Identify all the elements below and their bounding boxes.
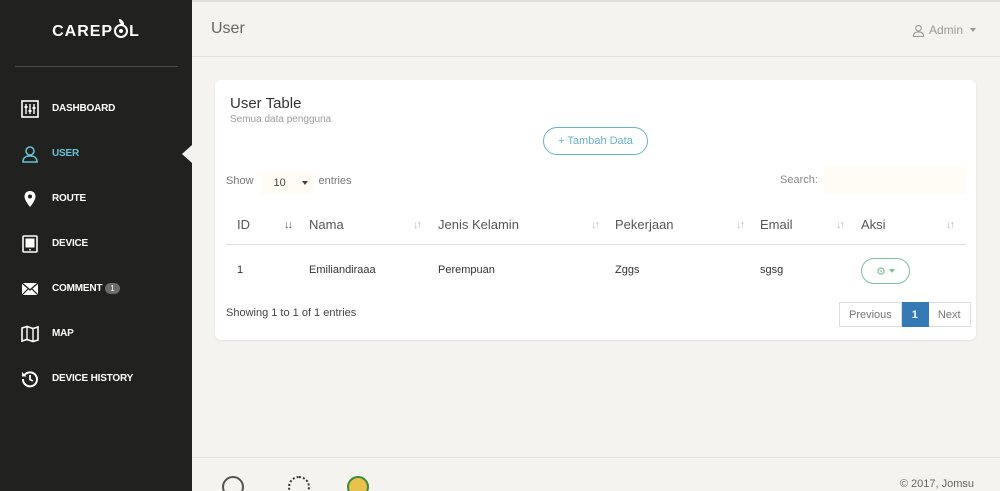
user-icon: [21, 145, 39, 163]
active-indicator: [182, 145, 192, 163]
sidebar-nav: DASHBOARD USER ROUTE DEVICE COMMENT 1 MA…: [0, 86, 192, 401]
envelope-icon: [21, 280, 39, 298]
column-header-aksi[interactable]: Aksi: [861, 217, 886, 232]
carepol-logo-icon: [222, 476, 244, 491]
cell-id: 1: [237, 264, 244, 276]
copyright: © 2017, Jomsu: [899, 478, 974, 490]
user-icon: [912, 24, 925, 37]
show-label: Show: [226, 175, 254, 187]
sidebar-item-map[interactable]: MAP: [0, 311, 192, 356]
sort-ascending-icon[interactable]: ↓↓: [284, 219, 293, 231]
pagination-previous[interactable]: Previous: [839, 302, 902, 327]
footer: © 2017, Jomsu: [192, 457, 1000, 491]
sidebar-item-label: USER: [52, 148, 79, 159]
sidebar-item-label: DASHBOARD: [52, 103, 116, 114]
cell-jenis-kelamin: Perempuan: [438, 264, 495, 276]
comment-count-badge: 1: [105, 283, 120, 294]
sidebar-item-label: DEVICE HISTORY: [52, 373, 134, 384]
sidebar-item-route[interactable]: ROUTE: [0, 176, 192, 221]
sidebar: CAREP L DASHBOARD USER ROUTE DEVICE COMM…: [0, 0, 192, 491]
institution-seal-icon: [347, 476, 369, 491]
sort-icon[interactable]: ↓↑: [946, 219, 955, 231]
entries-select-value: 10: [273, 177, 286, 189]
table-header: ID ↓↓ Nama ↓↑ Jenis Kelamin ↓↑ Pekerjaan…: [226, 210, 966, 245]
brand-logo[interactable]: CAREP L: [0, 19, 192, 41]
sidebar-item-device[interactable]: DEVICE: [0, 221, 192, 266]
chevron-down-icon: [301, 181, 308, 185]
sidebar-item-comment[interactable]: COMMENT 1: [0, 266, 192, 311]
sidebar-item-label: ROUTE: [52, 193, 87, 204]
history-icon: [21, 370, 39, 388]
search-input[interactable]: [824, 166, 966, 194]
column-header-pekerjaan[interactable]: Pekerjaan: [615, 217, 674, 232]
page-title: User: [211, 20, 245, 37]
cell-pekerjaan: Zggs: [615, 264, 640, 276]
user-table: ID ↓↓ Nama ↓↑ Jenis Kelamin ↓↑ Pekerjaan…: [226, 210, 966, 295]
search-label: Search:: [780, 174, 818, 186]
column-header-email[interactable]: Email: [760, 217, 793, 232]
sort-icon[interactable]: ↓↑: [413, 219, 422, 231]
chevron-down-icon: [888, 269, 895, 273]
partner-logo-icon: [288, 476, 310, 491]
row-actions-dropdown[interactable]: ⚙: [861, 258, 910, 284]
chevron-down-icon: [970, 28, 976, 32]
map-pin-icon: [21, 190, 39, 208]
user-table-card: User Table Semua data pengguna + Tambah …: [215, 80, 976, 340]
sidebar-item-label: DEVICE: [52, 238, 89, 249]
brand-name-right: L: [129, 23, 140, 40]
tablet-icon: [21, 234, 39, 253]
dashboard-icon: [21, 99, 39, 118]
user-menu[interactable]: Admin: [912, 23, 976, 37]
sort-icon[interactable]: ↓↑: [591, 219, 600, 231]
map-icon: [21, 325, 39, 343]
sidebar-divider: [15, 66, 178, 67]
pagination-page-current[interactable]: 1: [901, 302, 929, 327]
sidebar-item-dashboard[interactable]: DASHBOARD: [0, 86, 192, 131]
sort-icon[interactable]: ↓↑: [836, 219, 845, 231]
column-header-jenis-kelamin[interactable]: Jenis Kelamin: [438, 217, 519, 232]
column-header-id[interactable]: ID: [237, 217, 250, 232]
cell-nama: Emiliandiraaa: [309, 264, 376, 276]
logo-ring-icon: [114, 24, 129, 38]
table-info: Showing 1 to 1 of 1 entries: [226, 307, 357, 319]
entries-label: entries: [318, 175, 352, 187]
add-data-button[interactable]: + Tambah Data: [543, 127, 648, 155]
entries-length-control: Show 10 entries: [226, 170, 352, 194]
sidebar-item-label: MAP: [52, 328, 74, 339]
brand-name-left: CAREP: [52, 23, 114, 40]
table-row: 1 Emiliandiraaa Perempuan Zggs sgsg ⚙: [226, 245, 966, 295]
user-menu-label: Admin: [928, 23, 963, 37]
entries-select[interactable]: 10: [259, 172, 314, 194]
card-title: User Table: [230, 95, 302, 112]
sidebar-item-label: COMMENT: [52, 283, 103, 294]
cell-email: sgsg: [760, 264, 784, 276]
pagination-next[interactable]: Next: [928, 302, 971, 327]
gear-icon: ⚙: [876, 265, 886, 278]
sidebar-item-device-history[interactable]: DEVICE HISTORY: [0, 356, 192, 401]
column-header-nama[interactable]: Nama: [309, 217, 344, 232]
sort-icon[interactable]: ↓↑: [736, 219, 745, 231]
card-subtitle: Semua data pengguna: [230, 114, 332, 125]
pagination: Previous 1 Next: [839, 302, 971, 327]
sidebar-item-user[interactable]: USER: [0, 131, 192, 176]
top-navbar: User Admin: [192, 0, 1000, 57]
